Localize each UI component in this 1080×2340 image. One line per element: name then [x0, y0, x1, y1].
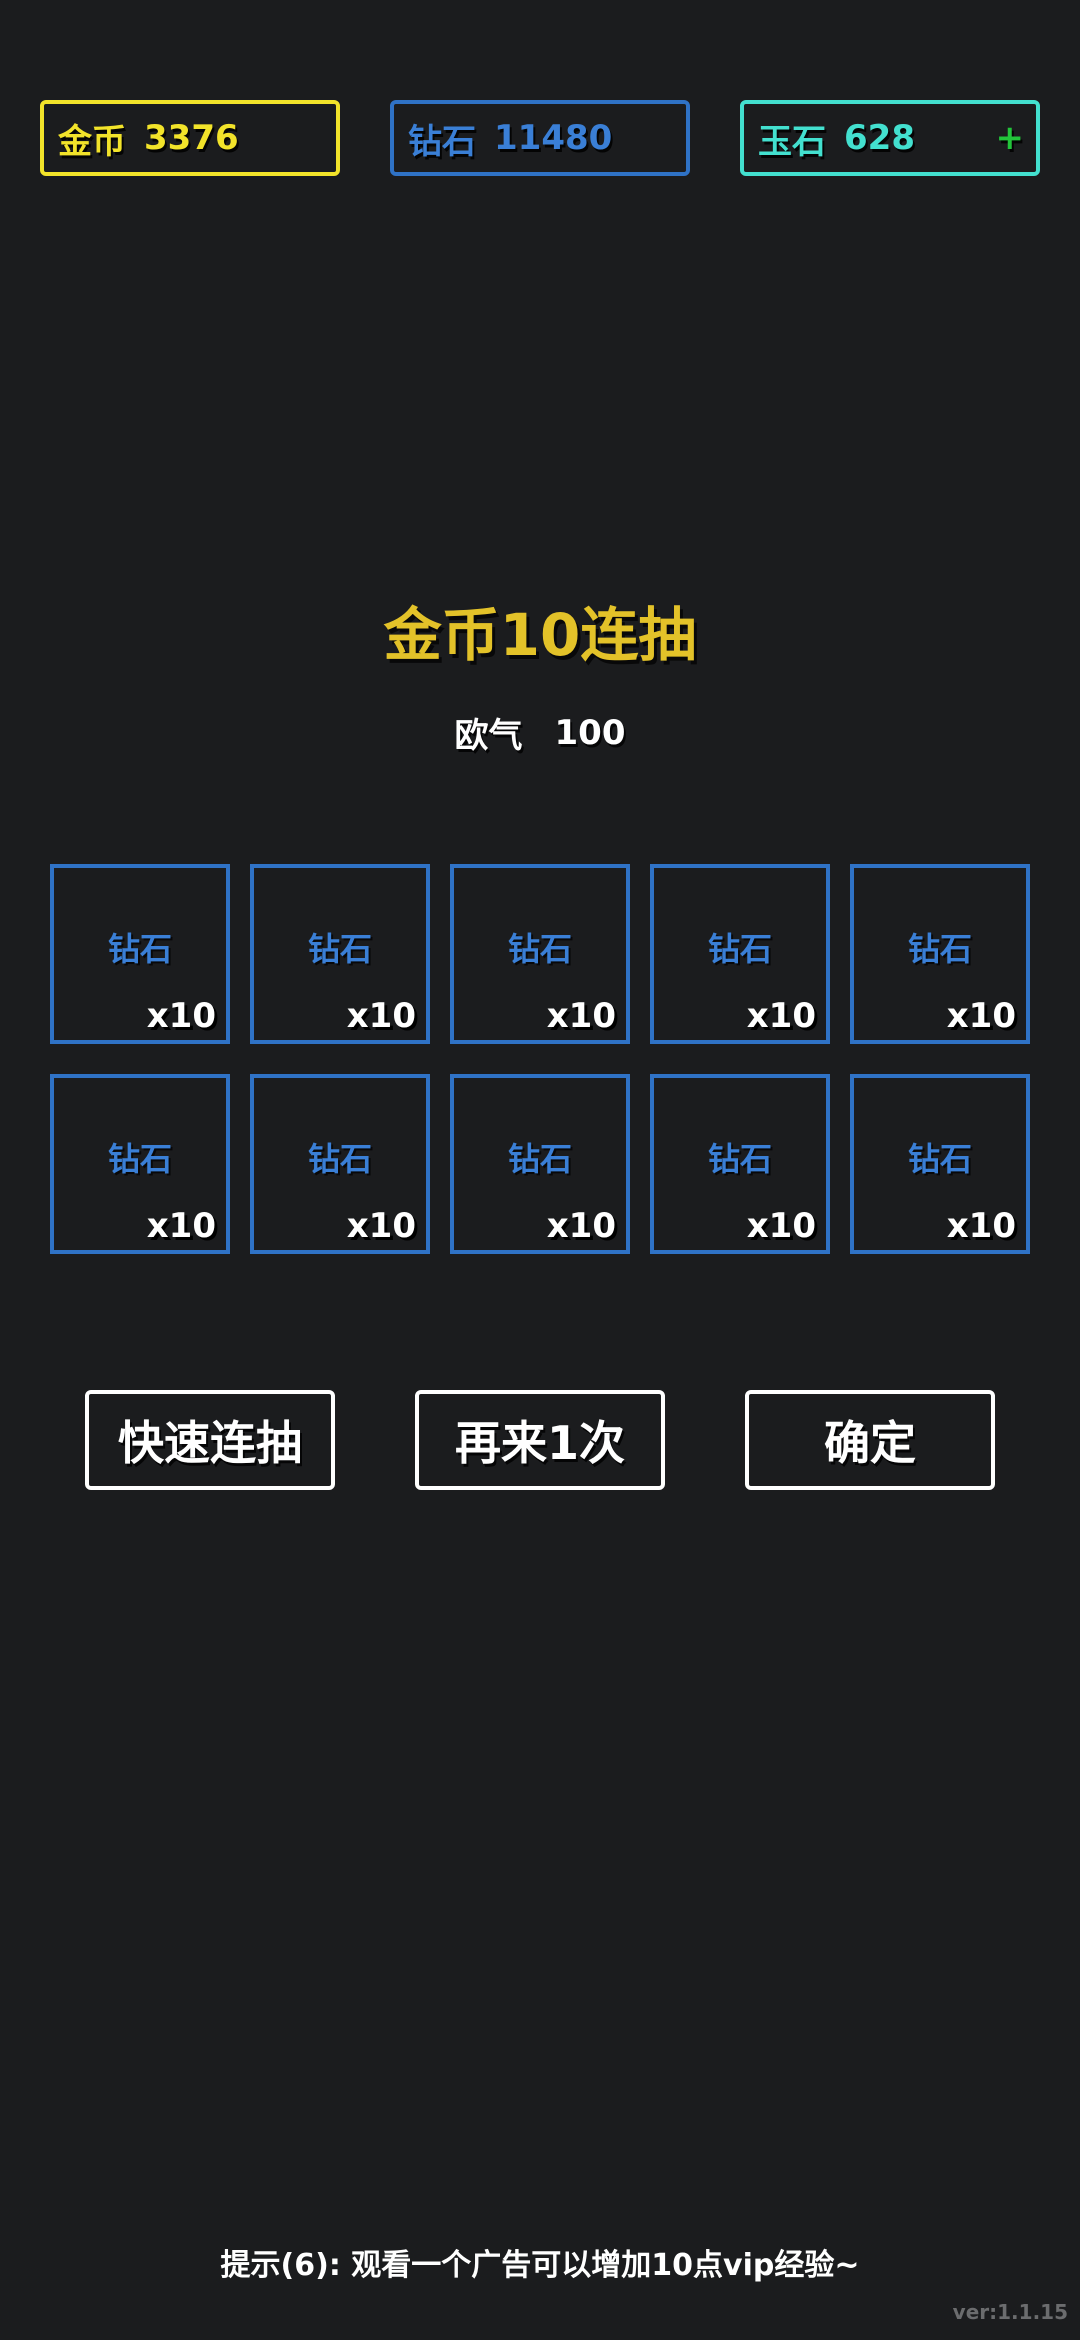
reward-card[interactable]: 钻石 x10: [850, 1074, 1030, 1254]
draw-title: 金币10连抽: [383, 601, 697, 669]
reward-name: 钻石: [507, 930, 572, 968]
luck-value: 100: [554, 712, 626, 753]
luck-label: 欧气: [454, 716, 523, 756]
reward-count: x10: [346, 996, 416, 1036]
reward-name: 钻石: [107, 930, 172, 968]
reward-name: 钻石: [507, 1140, 572, 1178]
reward-name: 钻石: [707, 930, 772, 968]
reward-count: x10: [946, 996, 1016, 1036]
reward-card[interactable]: 钻石 x10: [650, 864, 830, 1044]
gold-label: 金币: [58, 121, 126, 162]
reward-count: x10: [946, 1206, 1016, 1246]
diamond-label: 钻石: [408, 121, 476, 162]
reward-count: x10: [546, 996, 616, 1036]
reward-count: x10: [546, 1206, 616, 1246]
draw-again-button[interactable]: 再来1次: [415, 1390, 665, 1490]
confirm-button[interactable]: 确定: [745, 1390, 995, 1490]
jade-label: 玉石: [758, 121, 826, 162]
reward-name: 钻石: [907, 1140, 972, 1178]
reward-name: 钻石: [907, 930, 972, 968]
reward-count: x10: [746, 1206, 816, 1246]
reward-card[interactable]: 钻石 x10: [250, 1074, 430, 1254]
diamond-currency-box: 钻石 11480: [390, 100, 690, 176]
reward-card[interactable]: 钻石 x10: [450, 864, 630, 1044]
reward-card[interactable]: 钻石 x10: [50, 1074, 230, 1254]
diamond-value: 11480: [494, 118, 613, 158]
reward-name: 钻石: [307, 1140, 372, 1178]
fast-draw-button[interactable]: 快速连抽: [85, 1390, 335, 1490]
tip-text: 提示(6): 观看一个广告可以增加10点vip经验~: [220, 2248, 860, 2283]
reward-name: 钻石: [307, 930, 372, 968]
gold-value: 3376: [144, 118, 239, 158]
reward-card[interactable]: 钻石 x10: [450, 1074, 630, 1254]
reward-count: x10: [146, 996, 216, 1036]
jade-currency-box: 玉石 628 +: [740, 100, 1040, 176]
reward-name: 钻石: [707, 1140, 772, 1178]
luck-row: 欧气 100: [0, 708, 1080, 757]
reward-card[interactable]: 钻石 x10: [50, 864, 230, 1044]
reward-card[interactable]: 钻石 x10: [850, 864, 1030, 1044]
add-jade-button[interactable]: +: [996, 118, 1025, 158]
gold-currency-box: 金币 3376: [40, 100, 340, 176]
gacha-result-screen: 金币 3376 钻石 11480 玉石 628 + 金币10连抽 欧气 100 …: [0, 0, 1080, 2340]
jade-value: 628: [844, 118, 915, 158]
reward-grid: 钻石 x10 钻石 x10 钻石 x10 钻石 x10 钻石 x10 钻石 x1…: [50, 864, 1030, 1254]
reward-count: x10: [146, 1206, 216, 1246]
reward-card[interactable]: 钻石 x10: [250, 864, 430, 1044]
reward-count: x10: [346, 1206, 416, 1246]
reward-card[interactable]: 钻石 x10: [650, 1074, 830, 1254]
version-label: ver:1.1.15: [952, 2300, 1068, 2324]
reward-name: 钻石: [107, 1140, 172, 1178]
reward-count: x10: [746, 996, 816, 1036]
